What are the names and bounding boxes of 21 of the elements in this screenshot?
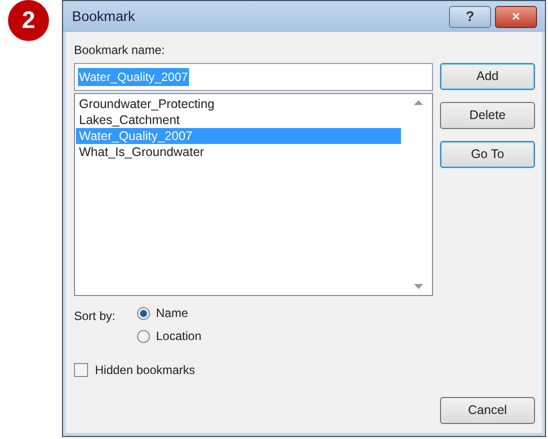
bookmark-list-item[interactable]: Lakes_Catchment bbox=[76, 112, 401, 128]
dialog-button[interactable]: Delete bbox=[440, 102, 535, 129]
hidden-bookmarks-label: Hidden bookmarks bbox=[95, 362, 196, 379]
radio-button[interactable] bbox=[137, 330, 150, 342]
bookmark-list-item[interactable]: Groundwater_Protecting bbox=[76, 96, 401, 112]
bookmark-name-label: Bookmark name: bbox=[74, 42, 166, 59]
dialog-button[interactable]: Add bbox=[440, 63, 535, 90]
radio-label: Location bbox=[156, 328, 202, 345]
window-title: Bookmark bbox=[72, 7, 136, 26]
dialog-button[interactable]: Go To bbox=[440, 141, 535, 168]
bookmark-list[interactable]: Groundwater_Protecting Lakes_Catchment Water_Quality_2007 What_Is_Groundwater bbox=[74, 93, 433, 296]
help-button[interactable]: ? bbox=[449, 6, 491, 28]
hidden-bookmarks-checkbox[interactable] bbox=[74, 363, 88, 377]
scroll-up-icon[interactable] bbox=[414, 100, 423, 105]
cancel-button[interactable]: Cancel bbox=[440, 397, 535, 424]
sort-by-label: Sort by: bbox=[74, 308, 116, 325]
scroll-down-icon[interactable] bbox=[414, 284, 423, 289]
radio-label: Name bbox=[156, 305, 188, 322]
bookmark-list-item[interactable]: What_Is_Groundwater bbox=[76, 144, 401, 160]
step-number-badge: 2 bbox=[8, 0, 49, 41]
radio-button[interactable] bbox=[137, 306, 150, 320]
